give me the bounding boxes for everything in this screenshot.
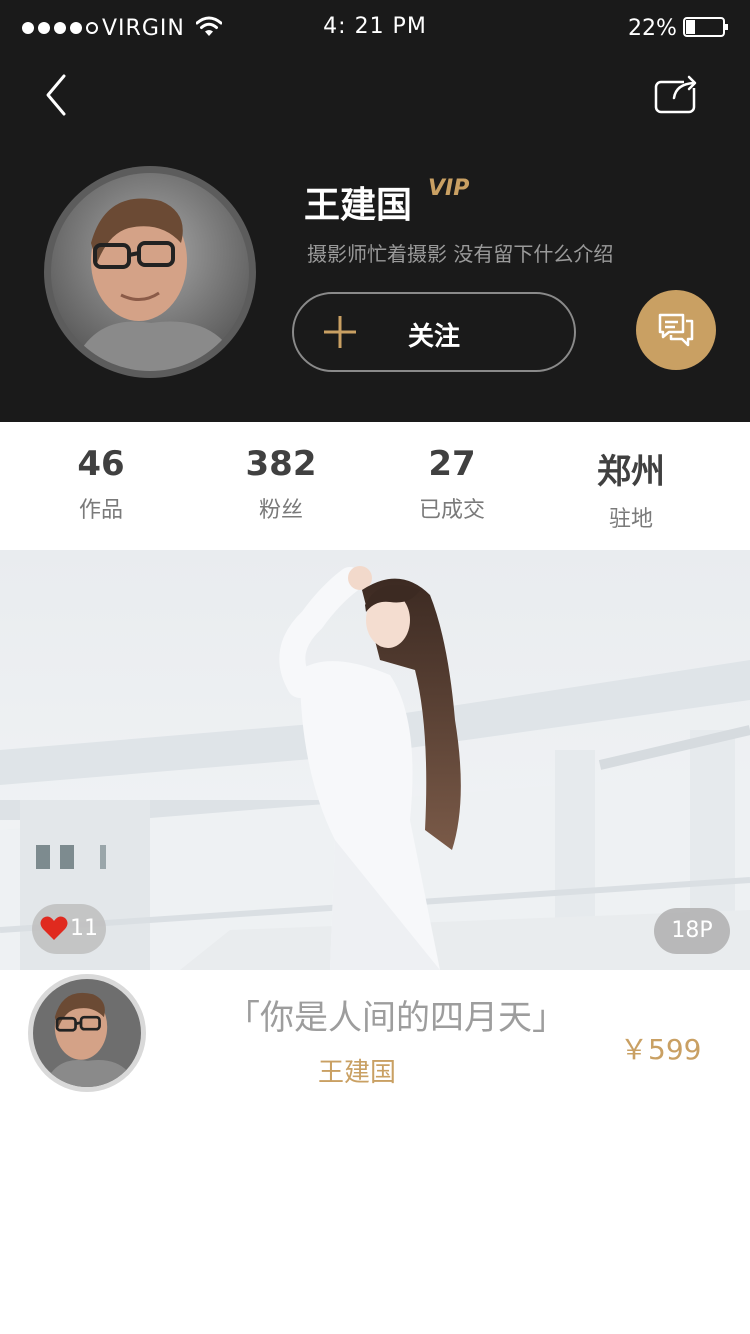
like-count: 11 bbox=[70, 916, 98, 941]
cover-image bbox=[0, 550, 750, 970]
work-cover-photo[interactable] bbox=[0, 550, 750, 970]
stat-deals[interactable]: 27 已成交 bbox=[362, 444, 542, 524]
profile-avatar[interactable] bbox=[44, 166, 256, 378]
share-icon bbox=[654, 75, 700, 114]
vip-badge: VIP bbox=[428, 176, 470, 201]
photo-count-badge: 18P bbox=[654, 908, 730, 954]
profile-bio: 摄影师忙着摄影 没有留下什么介绍 bbox=[307, 242, 614, 266]
follow-button[interactable]: 关注 bbox=[292, 292, 576, 372]
stats-row: 46 作品 382 粉丝 27 已成交 郑州 驻地 bbox=[0, 422, 750, 550]
avatar-photo bbox=[51, 173, 249, 371]
chat-icon bbox=[658, 313, 694, 347]
stat-location: 郑州 驻地 bbox=[541, 444, 721, 533]
follow-label: 关注 bbox=[408, 322, 461, 352]
stat-label: 粉丝 bbox=[258, 498, 303, 523]
back-button[interactable] bbox=[38, 70, 78, 120]
work-title: 「你是人间的四月天」 bbox=[226, 998, 566, 1038]
like-button[interactable]: 11 bbox=[32, 904, 106, 954]
work-price: ￥599 bbox=[620, 1033, 702, 1066]
battery-percent: 22% bbox=[628, 16, 677, 41]
status-bar: VIRGIN 4: 21 PM 22% bbox=[0, 0, 750, 56]
stat-label: 驻地 bbox=[608, 507, 653, 532]
profile-header: VIRGIN 4: 21 PM 22% 王建国 VIP 摄影师忙着摄影 没有留下… bbox=[0, 0, 750, 422]
author-name[interactable]: 王建国 bbox=[318, 1052, 396, 1089]
stat-label: 已成交 bbox=[418, 498, 485, 523]
share-button[interactable] bbox=[650, 70, 704, 120]
stat-value: 郑州 bbox=[597, 452, 665, 492]
chevron-left-icon bbox=[46, 74, 66, 116]
stat-works[interactable]: 46 作品 bbox=[11, 444, 191, 524]
heart-icon bbox=[40, 916, 68, 940]
author-avatar-photo bbox=[33, 979, 141, 1087]
message-button[interactable] bbox=[636, 290, 716, 370]
stat-value: 46 bbox=[77, 444, 125, 484]
battery-icon bbox=[683, 17, 728, 37]
profile-name: 王建国 bbox=[304, 185, 413, 226]
stat-value: 27 bbox=[428, 444, 476, 484]
work-info[interactable]: 「你是人间的四月天」 王建国 ￥599 bbox=[0, 970, 750, 1110]
plus-icon bbox=[324, 316, 356, 348]
stat-fans[interactable]: 382 粉丝 bbox=[191, 444, 371, 524]
stat-label: 作品 bbox=[78, 498, 123, 523]
stat-value: 382 bbox=[245, 444, 317, 484]
author-avatar[interactable] bbox=[28, 974, 146, 1092]
